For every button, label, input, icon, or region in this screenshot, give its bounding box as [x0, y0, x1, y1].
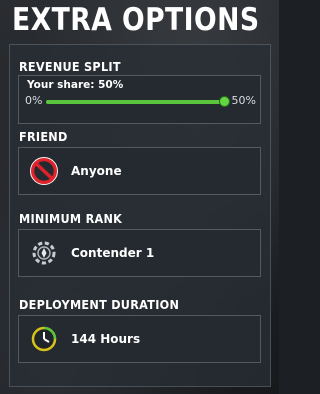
no-entry-icon	[30, 157, 58, 185]
slider-fill	[46, 100, 224, 104]
options-panel: REVENUE SPLIT Your share: 50% 0% 50% FRI…	[9, 44, 271, 387]
deployment-duration-selector[interactable]: 144 Hours	[18, 315, 261, 363]
minimum-rank-selector[interactable]: Contender 1	[18, 229, 261, 277]
share-text: Your share: 50%	[27, 79, 124, 91]
page-title: EXTRA OPTIONS	[12, 2, 260, 38]
minimum-rank-value: Contender 1	[71, 246, 155, 260]
deployment-duration-label: DEPLOYMENT DURATION	[19, 297, 180, 312]
friend-value: Anyone	[71, 164, 122, 178]
friend-selector[interactable]: Anyone	[18, 147, 261, 195]
friend-label: FRIEND	[19, 129, 68, 144]
revenue-split-label: REVENUE SPLIT	[19, 59, 121, 74]
slider-handle[interactable]	[219, 96, 230, 107]
revenue-split-box: Your share: 50% 0% 50%	[18, 75, 261, 124]
deployment-duration-value: 144 Hours	[71, 332, 141, 346]
revenue-split-slider[interactable]	[46, 96, 230, 107]
slider-max-label: 50%	[231, 94, 256, 107]
rank-gear-icon	[32, 241, 56, 265]
clock-icon	[31, 326, 57, 352]
minimum-rank-label: MINIMUM RANK	[19, 211, 123, 226]
slider-min-label: 0%	[25, 94, 43, 107]
